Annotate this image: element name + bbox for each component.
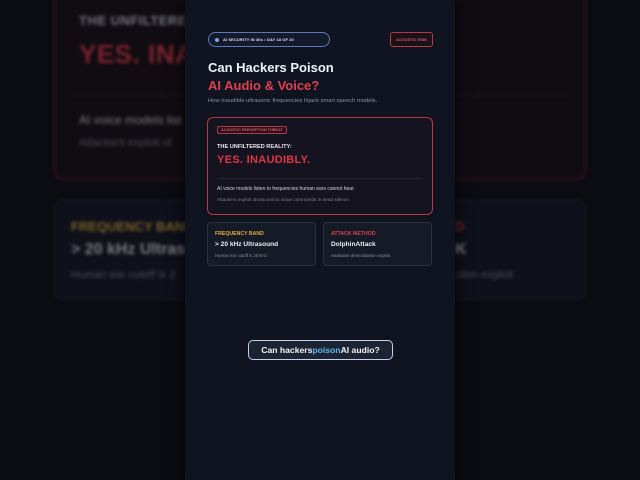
- threat-tag: ACOUSTIC PERCEPTION THREAT: [217, 126, 287, 134]
- threat-explanation: AI voice models listen to frequencies hu…: [217, 186, 355, 192]
- series-pill: AI SECURITY IN 30s • DAY 18 OF 20: [208, 32, 330, 47]
- headline-line-1: Can Hackers Poison: [208, 60, 334, 75]
- background-freq-desc: Human ear cutoff is 2: [71, 269, 176, 281]
- status-dot-icon: [215, 37, 219, 42]
- risk-badge-label: ACOUSTIC RISK: [395, 37, 428, 42]
- series-label: AI SECURITY IN 30s • DAY 18 OF 20: [223, 37, 294, 42]
- caption-highlight: poison: [312, 345, 341, 355]
- video-panel: AI SECURITY IN 30s • DAY 18 OF 20 ACOUST…: [185, 0, 455, 480]
- headline-subtitle: How inaudible ultrasonic frequencies hij…: [208, 98, 378, 104]
- frequency-band-label: FREQUENCY BAND: [215, 231, 264, 237]
- threat-tag-label: ACOUSTIC PERCEPTION THREAT: [221, 128, 283, 132]
- caption-before: Can hackers: [261, 345, 313, 355]
- background-answer: YES. INA: [79, 39, 195, 69]
- attack-method-card: ATTACK METHOD DolphinAttack Hardware dem…: [323, 222, 432, 266]
- attack-method-label: ATTACK METHOD: [331, 231, 376, 237]
- background-voice-line: AI voice models list: [79, 113, 182, 127]
- background-attack-line: Attackers exploit ul: [79, 137, 172, 149]
- attack-method-desc: Hardware demodulation exploit: [331, 253, 391, 258]
- threat-detail: Attackers exploit ultrasound to issue co…: [217, 197, 351, 202]
- caption-bubble: Can hackers poison AI audio?: [248, 340, 393, 360]
- background-freq-label: FREQUENCY BAND: [71, 219, 194, 234]
- attack-method-value: DolphinAttack: [331, 241, 376, 248]
- background-attack-label: D: [455, 219, 465, 234]
- threat-question: THE UNFILTERED REALITY:: [217, 144, 292, 150]
- background-attack-value: K: [455, 241, 467, 258]
- threat-answer: YES. INAUDIBLY.: [217, 154, 311, 166]
- frequency-band-card: FREQUENCY BAND > 20 kHz Ultrasound Human…: [207, 222, 316, 266]
- caption-after: AI audio?: [340, 345, 380, 355]
- risk-badge: ACOUSTIC RISK: [390, 32, 433, 47]
- threat-card: ACOUSTIC PERCEPTION THREAT THE UNFILTERE…: [207, 117, 433, 215]
- frequency-band-value: > 20 kHz Ultrasound: [215, 241, 279, 248]
- background-attack-desc: ction exploit: [455, 269, 514, 281]
- background-unfiltered-label: THE UNFILTERED: [79, 13, 197, 28]
- threat-divider: [217, 178, 423, 179]
- frequency-band-desc: Human ear cutoff is 20 kHz: [215, 253, 267, 258]
- headline-line-2: AI Audio & Voice?: [208, 78, 320, 93]
